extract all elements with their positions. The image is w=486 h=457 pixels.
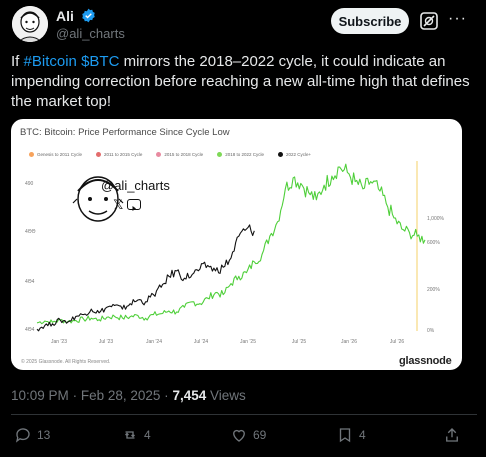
y-tick-label-left: 4Θ4 bbox=[25, 327, 35, 333]
glassnode-logo: glassnode bbox=[399, 355, 452, 367]
x-tick-label: Jan '26 bbox=[341, 339, 357, 345]
heart-icon bbox=[233, 429, 245, 442]
meta-separator: · bbox=[72, 388, 78, 403]
share-button[interactable] bbox=[443, 426, 461, 444]
bookmark-icon bbox=[339, 428, 351, 443]
x-tick-label: Jul '24 bbox=[194, 339, 209, 345]
hashtag-link[interactable]: #Bitcoin bbox=[24, 53, 77, 70]
divider bbox=[11, 414, 477, 415]
bookmark-button[interactable]: 4 bbox=[336, 426, 366, 444]
play-icon bbox=[132, 206, 136, 211]
avatar[interactable] bbox=[12, 6, 48, 42]
y-tick-label-right: 0% bbox=[427, 328, 435, 334]
youtube-icon bbox=[127, 199, 141, 211]
price-performance-chart: 4904ΘΘ4Θ44Θ4 1,000%600%200%0% Jan '23 Jul… bbox=[25, 161, 445, 345]
y-tick-label-right: 600% bbox=[427, 240, 440, 246]
watermark-handle: @ali_charts bbox=[101, 178, 170, 193]
repost-icon bbox=[125, 431, 135, 439]
x-tick-label: Jan '24 bbox=[146, 339, 162, 345]
tweet-text-prefix: If bbox=[11, 53, 24, 70]
reply-button[interactable]: 13 bbox=[14, 426, 50, 444]
tweet-meta: 10:09 PM · Feb 28, 2025 · 7,454 Views bbox=[11, 388, 246, 403]
views-count[interactable]: 7,454 bbox=[172, 388, 206, 403]
meta-separator: · bbox=[164, 388, 169, 403]
views-label: Views bbox=[210, 388, 246, 403]
x-tick-label: Jan '23 bbox=[51, 339, 67, 345]
reply-count: 13 bbox=[37, 428, 51, 442]
more-options-icon[interactable]: ··· bbox=[448, 10, 468, 30]
y-tick-label-right: 200% bbox=[427, 287, 440, 293]
tweet-text-body: mirrors the 2018–2022 cycle, it could in… bbox=[11, 53, 470, 110]
reply-icon bbox=[15, 428, 30, 443]
tweet-time[interactable]: 10:09 PM bbox=[11, 388, 69, 403]
author-handle[interactable]: @ali_charts bbox=[56, 26, 125, 41]
like-count: 69 bbox=[253, 428, 267, 442]
y-tick-label-right: 1,000% bbox=[427, 216, 445, 222]
y-tick-label-left: 4Θ4 bbox=[25, 279, 35, 285]
x-logo-icon: 𝕏 bbox=[113, 197, 124, 212]
x-tick-label: Jan '25 bbox=[240, 339, 256, 345]
cashtag-link[interactable]: $BTC bbox=[81, 53, 119, 70]
x-tick-label: Jul '23 bbox=[99, 339, 114, 345]
chart-copyright: © 2025 Glassnode. All Rights Reserved. bbox=[21, 359, 111, 365]
author-name[interactable]: Ali bbox=[56, 8, 74, 24]
like-button[interactable]: 69 bbox=[230, 426, 266, 444]
y-axis-right: 1,000% 600% 200% 0% bbox=[427, 216, 445, 334]
x-tick-label: Jul '25 bbox=[292, 339, 307, 345]
subscribe-button[interactable]: Subscribe bbox=[331, 8, 409, 34]
share-icon bbox=[446, 428, 458, 442]
series-line-2022-cycle-plus bbox=[36, 224, 255, 332]
x-tick-label: Jul '26 bbox=[390, 339, 405, 345]
tweet-text: If #Bitcoin $BTC mirrors the 2018–2022 c… bbox=[11, 52, 471, 112]
repost-count: 4 bbox=[144, 428, 151, 442]
tweet-date[interactable]: Feb 28, 2025 bbox=[81, 388, 161, 403]
bookmark-count: 4 bbox=[359, 428, 366, 442]
x-axis: Jan '23 Jul '23 Jan '24 Jul '24 Jan '25 Jul '… bbox=[51, 339, 404, 345]
verified-badge-icon bbox=[82, 8, 95, 23]
chart-image-card[interactable]: BTC: Bitcoin: Price Performance Since Cy… bbox=[11, 119, 462, 370]
grok-icon[interactable] bbox=[419, 11, 439, 31]
repost-button[interactable]: 4 bbox=[121, 426, 151, 444]
